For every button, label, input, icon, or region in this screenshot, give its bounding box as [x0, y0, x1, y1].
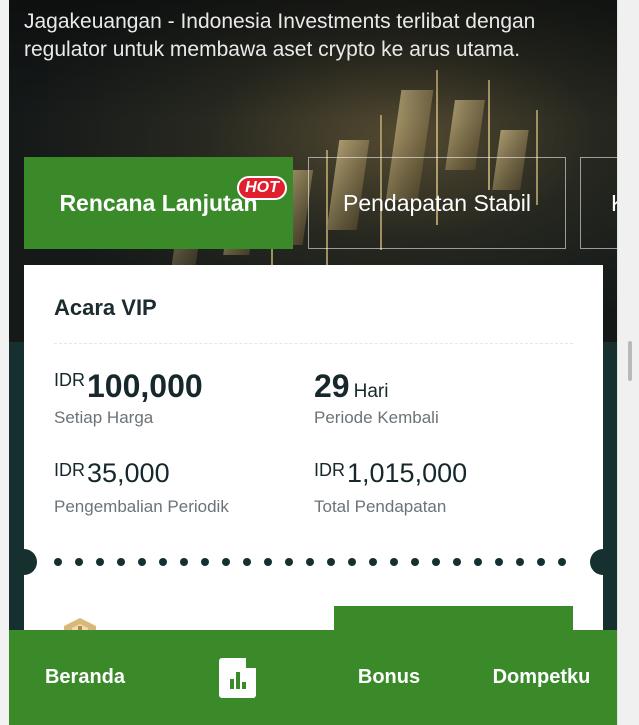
- price-value: IDR100,000: [54, 368, 203, 405]
- nav-label: Bonus: [357, 666, 421, 688]
- price-amount: 100,000: [87, 368, 203, 404]
- hot-badge: HOT: [237, 176, 287, 200]
- page-scrollbar[interactable]: [617, 0, 639, 725]
- left-edge: [0, 0, 9, 725]
- period-unit: Hari: [353, 381, 389, 402]
- hero-headline: Jagakeuangan - Indonesia Investments ter…: [24, 10, 536, 61]
- scrollbar-thumb[interactable]: [628, 341, 632, 381]
- chart-doc-icon: [218, 657, 256, 698]
- currency-label: IDR: [54, 460, 85, 480]
- periodic-return-value: IDR35,000: [54, 458, 170, 489]
- periodic-return-label: Pengembalian Periodik: [54, 497, 229, 516]
- nav-chart[interactable]: [199, 630, 275, 725]
- nav-dompetku[interactable]: Dompetku: [469, 630, 614, 725]
- total-income-amount: 1,015,000: [347, 458, 468, 488]
- total-income-value: IDR1,015,000: [314, 458, 467, 489]
- product-card: Acara VIP IDR100,000 Setiap Harga 29 Hari…: [24, 265, 603, 635]
- currency-label: IDR: [54, 370, 85, 390]
- card-title: Acara VIP: [54, 295, 157, 320]
- nav-label: Dompetku: [492, 666, 591, 688]
- tab-partial[interactable]: K: [580, 157, 626, 249]
- period-label: Periode Kembali: [314, 408, 439, 427]
- tab-label: Rencana Lanjutan: [59, 189, 258, 216]
- total-income-label: Total Pendapatan: [314, 497, 447, 516]
- nav-beranda[interactable]: Beranda: [9, 630, 161, 725]
- bottom-navigation: Beranda Bonus Dompetku: [9, 630, 617, 725]
- tab-pendapatan-stabil[interactable]: Pendapatan Stabil: [308, 157, 566, 249]
- nav-label: Beranda: [44, 666, 126, 688]
- tab-label: Pendapatan Stabil: [343, 189, 531, 216]
- price-label: Setiap Harga: [54, 408, 154, 427]
- ticket-perforation: [54, 558, 566, 566]
- currency-label: IDR: [314, 460, 345, 480]
- period-value: 29 Hari: [314, 368, 388, 405]
- card-divider: [54, 343, 573, 344]
- nav-bonus[interactable]: Bonus: [329, 630, 449, 725]
- periodic-return-amount: 35,000: [87, 458, 170, 488]
- tab-rencana-lanjutan[interactable]: Rencana Lanjutan: [24, 157, 293, 249]
- period-amount: 29: [314, 368, 350, 404]
